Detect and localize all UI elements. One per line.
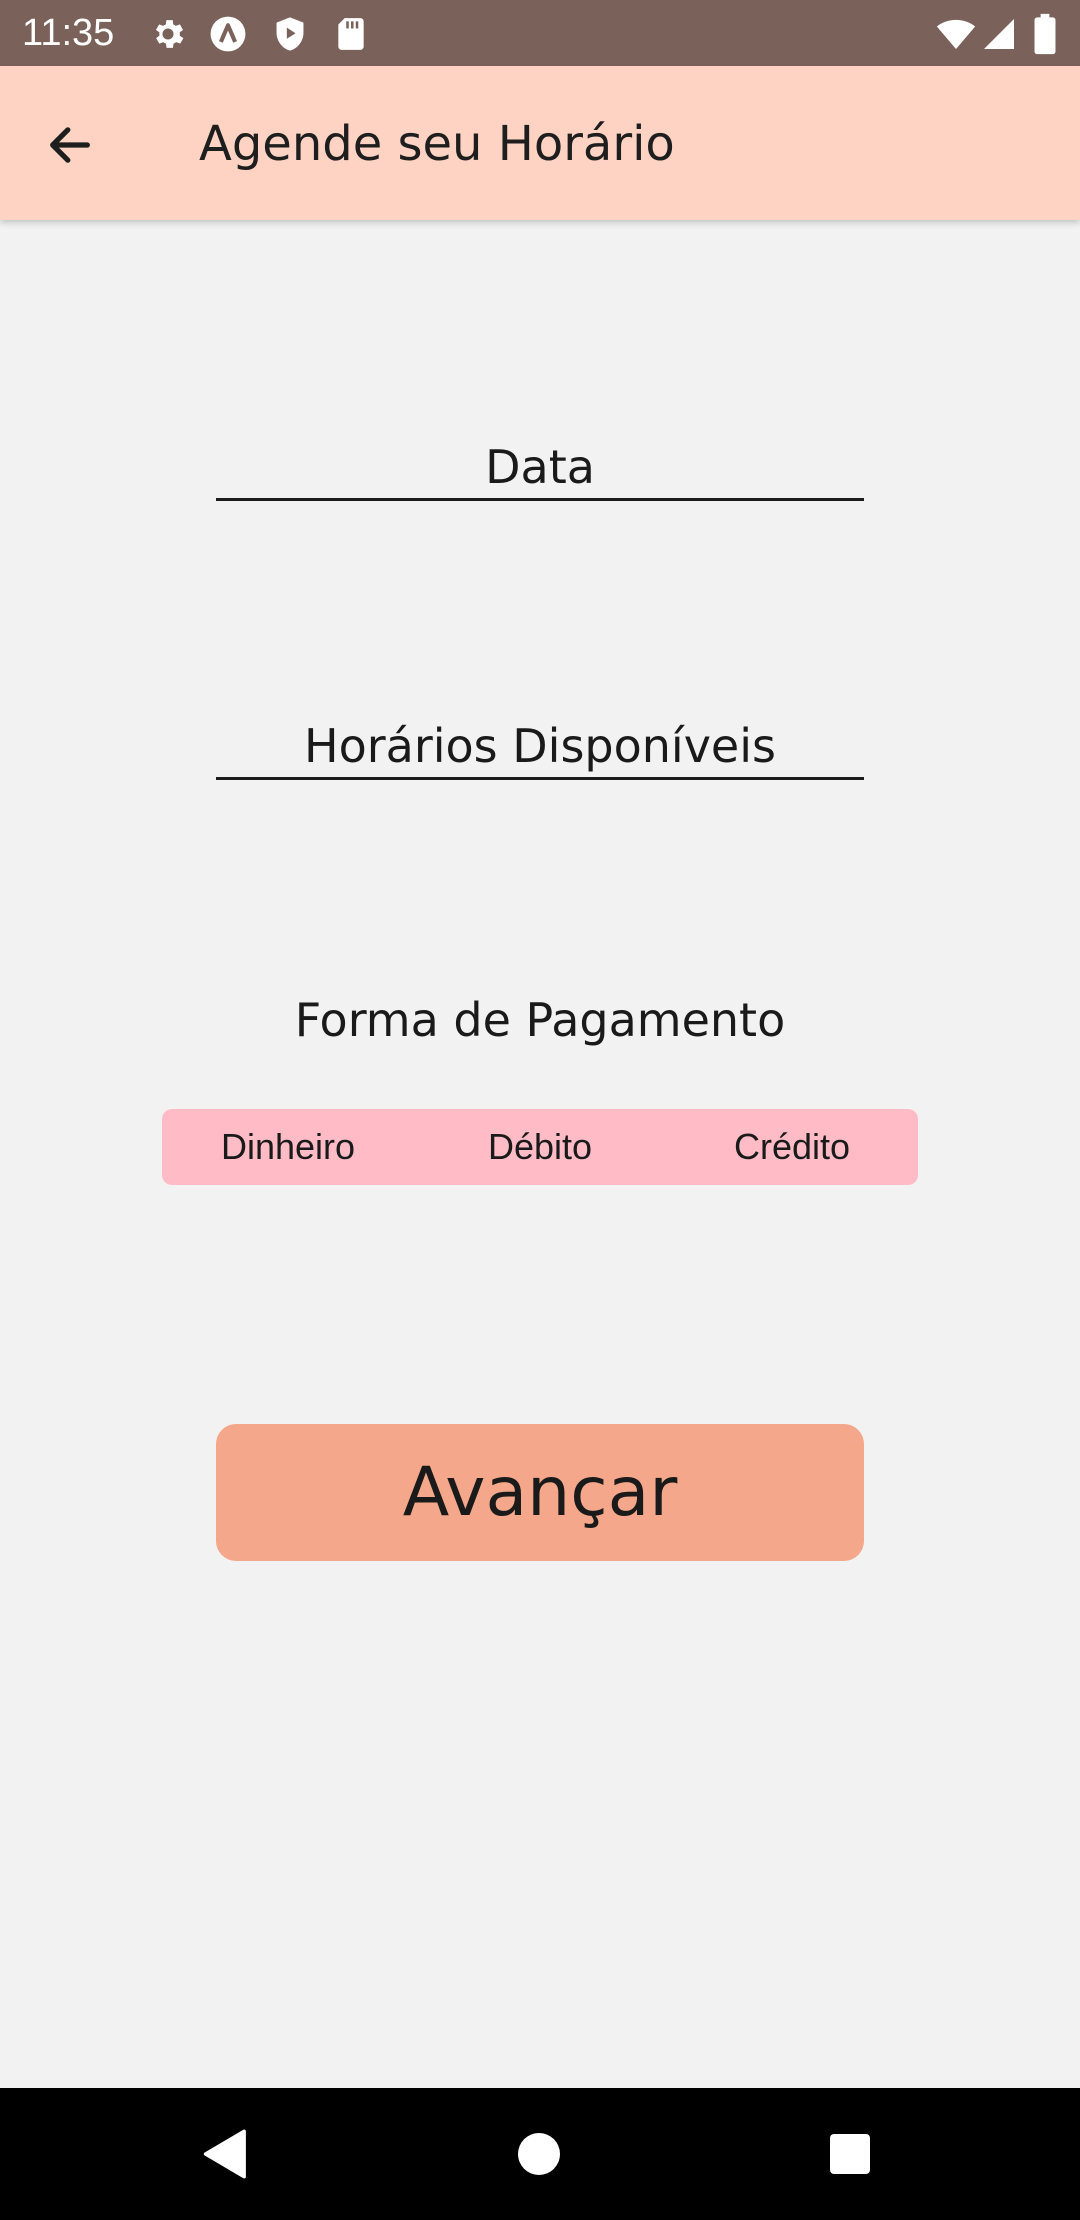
- date-field-label: Data: [485, 440, 595, 494]
- screen: 11:35 Agende seu Horário Data Horários D…: [0, 0, 1080, 2220]
- wifi-icon: [936, 19, 976, 49]
- status-time: 11:35: [22, 12, 115, 54]
- nav-home-button[interactable]: [503, 2118, 575, 2190]
- advance-button[interactable]: Avançar: [216, 1424, 864, 1561]
- payment-method-group: Dinheiro Débito Crédito: [162, 1109, 918, 1185]
- back-triangle-icon: [203, 2129, 246, 2179]
- sd-card-icon: [338, 18, 364, 50]
- gear-icon: [155, 20, 184, 48]
- payment-option-credit[interactable]: Crédito: [666, 1109, 918, 1185]
- home-circle-icon: [518, 2133, 560, 2175]
- available-times-label: Horários Disponíveis: [304, 719, 776, 773]
- nav-recents-button[interactable]: [814, 2118, 886, 2190]
- payment-option-debit[interactable]: Débito: [414, 1109, 666, 1185]
- status-bar: 11:35: [0, 0, 1080, 66]
- payment-method-label: Forma de Pagamento: [294, 993, 786, 1047]
- shield-play-icon: [276, 17, 304, 51]
- payment-option-cash[interactable]: Dinheiro: [162, 1109, 414, 1185]
- battery-icon: [1034, 13, 1056, 55]
- arrow-left-icon: [50, 127, 90, 163]
- system-nav-bar: [0, 2088, 1080, 2220]
- cell-signal-icon: [984, 19, 1014, 49]
- nav-back-button[interactable]: [190, 2118, 262, 2190]
- page-title: Agende seu Horário: [199, 116, 675, 172]
- date-field[interactable]: Data: [216, 418, 864, 501]
- a-badge-icon: [210, 16, 246, 52]
- back-button[interactable]: [28, 103, 112, 187]
- available-times-field[interactable]: Horários Disponíveis: [216, 697, 864, 780]
- recents-square-icon: [830, 2134, 870, 2174]
- app-bar: Agende seu Horário: [0, 66, 1080, 220]
